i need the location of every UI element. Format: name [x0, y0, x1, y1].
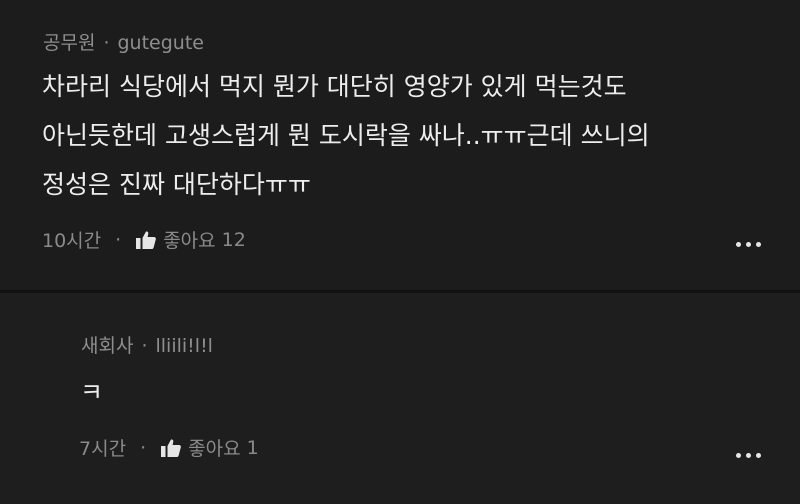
meta-separator: · — [141, 335, 148, 357]
thumbs-up-icon[interactable] — [135, 230, 157, 250]
reply-comment: 새회사 · lliili!l!l ㅋ 7시간 · 좋아요 1 — [0, 293, 800, 504]
comment-line: 아닌듯한데 고생스럽게 뭔 도시락을 싸나..ㅠㅠ근데 쓰니의 — [42, 121, 650, 150]
like-button[interactable]: 좋아요 12 — [135, 226, 246, 253]
comment-line: ㅋ — [80, 378, 104, 407]
comment-body: 차라리 식당에서 먹지 뭔가 대단히 영양가 있게 먹는것도 아닌듯한데 고생스… — [42, 62, 650, 209]
like-count: 1 — [246, 436, 259, 459]
like-button[interactable]: 좋아요 1 — [160, 434, 259, 461]
comment-line: 정성은 진짜 대단하다ㅠㅠ — [42, 170, 311, 199]
comment-body: ㅋ — [80, 368, 103, 417]
more-options-button[interactable] — [736, 242, 761, 247]
comment-footer: 7시간 · 좋아요 1 — [79, 434, 259, 461]
more-dot — [736, 453, 741, 458]
comment-line: 차라리 식당에서 먹지 뭔가 대단히 영양가 있게 먹는것도 — [42, 72, 627, 101]
author-username[interactable]: lliili!l!l — [156, 335, 213, 357]
comment-footer: 10시간 · 좋아요 12 — [42, 226, 246, 253]
meta-separator: · — [103, 32, 110, 54]
comment: 공무원 · gutegute 차라리 식당에서 먹지 뭔가 대단히 영양가 있게 먹… — [0, 0, 800, 290]
more-dot — [746, 453, 751, 458]
more-dot — [736, 242, 741, 247]
more-dot — [746, 242, 751, 247]
thumbs-up-icon[interactable] — [160, 438, 182, 458]
author-role: 공무원 — [43, 32, 96, 54]
like-label: 좋아요 — [188, 438, 241, 460]
more-dot — [756, 453, 761, 458]
more-options-button[interactable] — [736, 453, 761, 458]
author-role: 새회사 — [81, 335, 134, 357]
author-username[interactable]: gutegute — [118, 32, 204, 54]
footer-separator: · — [115, 228, 122, 251]
comment-author[interactable]: 새회사 · lliili!l!l — [81, 331, 213, 358]
like-count: 12 — [221, 228, 246, 251]
footer-separator: · — [140, 436, 147, 459]
comment-time: 10시간 — [42, 230, 102, 252]
comment-time: 7시간 — [79, 438, 127, 460]
comment-author[interactable]: 공무원 · gutegute — [43, 28, 204, 55]
like-label: 좋아요 — [163, 230, 216, 252]
more-dot — [756, 242, 761, 247]
